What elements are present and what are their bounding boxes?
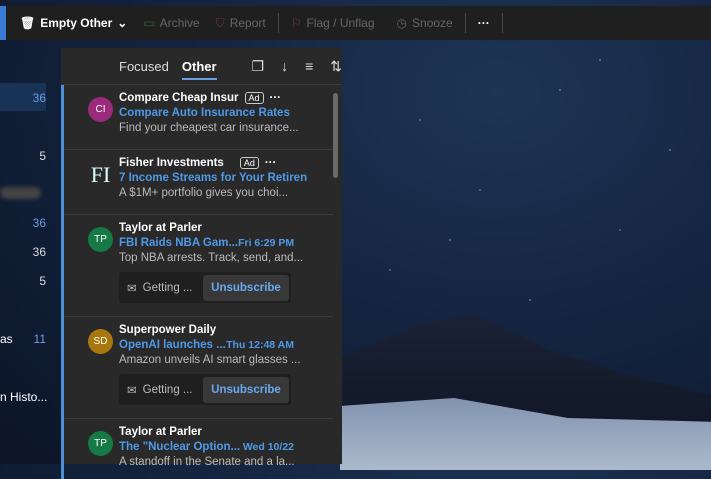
more-icon[interactable]: ··· [265,157,277,169]
folder-sidebar: 36 5 36 36 5 as 11 n Histo... [0,40,60,464]
preview: Find your cheapest car insurance... [119,122,299,134]
timestamp: Fri 6:29 PM [238,237,294,249]
toolbar: 🗑 Empty Other ⌄ ▭ Archive ⛉ Report ⚐ Flag / U… [0,6,711,40]
flag-button[interactable]: ⚐ Flag / Unflag [283,16,383,30]
snooze-button[interactable]: ◷ Snooze [389,16,461,30]
sender: Compare Cheap Insur [119,92,239,104]
message-list: CI Compare Cheap Insur Ad ··· Compare Auto… [61,85,333,479]
message-item[interactable]: SD Superpower Daily OpenAI launches ... T… [64,317,333,419]
flag-icon: ⚐ [290,16,302,30]
trash-icon: 🗑 [20,16,36,30]
preview: A $1M+ portfolio gives you choi... [119,187,289,199]
folder-label[interactable]: as [0,332,13,346]
avatar: CI [88,97,113,122]
more-button[interactable]: ··· [470,16,498,30]
ad-badge: Ad [239,157,259,169]
unsubscribe-bar: ✉ Getting ... Unsubscribe [119,272,291,303]
sender: Superpower Daily [119,324,217,336]
redacted-folder [0,187,41,199]
folder-count: 36 [32,216,46,230]
sort-icon[interactable]: ⇅ [330,58,342,75]
preview: Top NBA arrests. Track, send, and... [119,252,304,264]
unsubscribe-bar: ✉ Getting ... Unsubscribe [119,374,291,405]
avatar: TP [88,431,113,456]
subject: FBI Raids NBA Gam... [119,237,239,249]
select-icon[interactable]: ❐ [252,58,265,75]
empty-other-button[interactable]: 🗑 Empty Other ⌄ [12,16,135,30]
report-button[interactable]: ⛉ Report [208,16,274,31]
mail-settings-icon: ✉ [127,282,137,295]
unsubscribe-button[interactable]: Unsubscribe [203,376,289,403]
divider [501,13,503,33]
archive-icon: ▭ [143,16,155,30]
divider [277,13,279,33]
sender: Taylor at Parler [119,222,202,234]
selection-accent [0,6,6,40]
preview: Amazon unveils AI smart glasses ... [119,354,301,366]
unsubscribe-info: Getting ... [142,281,193,294]
preview: A standoff in the Senate and a la... [119,456,295,468]
folder-count: 36 [32,245,46,259]
scrollbar[interactable] [333,93,338,178]
archive-button[interactable]: ▭ Archive [135,16,207,30]
unsubscribe-button[interactable]: Unsubscribe [203,274,289,301]
clock-icon: ◷ [396,16,408,30]
more-icon[interactable]: ··· [270,92,282,104]
sender: Fisher Investments [119,157,224,169]
message-item[interactable]: TP Taylor at Parler FBI Raids NBA Gam...… [64,215,333,317]
folder-count: 11 [33,332,46,346]
avatar: SD [88,329,113,354]
list-header: Focused Other ❐ ↓ ≡ ⇅ [61,48,342,85]
shield-icon: ⛉ [215,15,225,30]
subject: 7 Income Streams for Your Retiren [119,172,308,184]
filter-icon[interactable]: ≡ [305,58,313,74]
subject: OpenAI launches ... [119,339,226,351]
message-list-panel: Focused Other ❐ ↓ ≡ ⇅ CI Compare Cheap I… [61,48,342,479]
unsubscribe-info: Getting ... [142,383,193,396]
message-item[interactable]: FI Fisher Investments Ad ··· 7 Income Stre… [64,150,333,215]
message-item[interactable]: CI Compare Cheap Insur Ad ··· Compare Auto… [64,85,333,150]
folder-count: 5 [39,274,46,288]
sender: Taylor at Parler [119,426,202,438]
message-item[interactable]: TP Taylor at Parler The "Nuclear Option.… [64,419,333,479]
avatar: TP [88,227,113,252]
mail-settings-icon: ✉ [127,384,137,397]
jump-icon[interactable]: ↓ [281,58,288,74]
chevron-down-icon: ⌄ [117,16,128,30]
timestamp: Thu 12:48 AM [226,339,294,351]
fisher-logo: FI [90,161,111,187]
ad-badge: Ad [244,92,264,104]
folder-count: 36 [32,91,46,105]
tab-focused[interactable]: Focused [119,59,169,74]
divider [464,13,466,33]
subject: Compare Auto Insurance Rates [119,107,290,119]
subject: The "Nuclear Option... [119,441,241,453]
folder-count: 5 [39,149,46,163]
folder-label[interactable]: n Histo... [0,390,47,404]
timestamp: Wed 10/22 [242,441,294,453]
tab-other[interactable]: Other [181,59,217,80]
